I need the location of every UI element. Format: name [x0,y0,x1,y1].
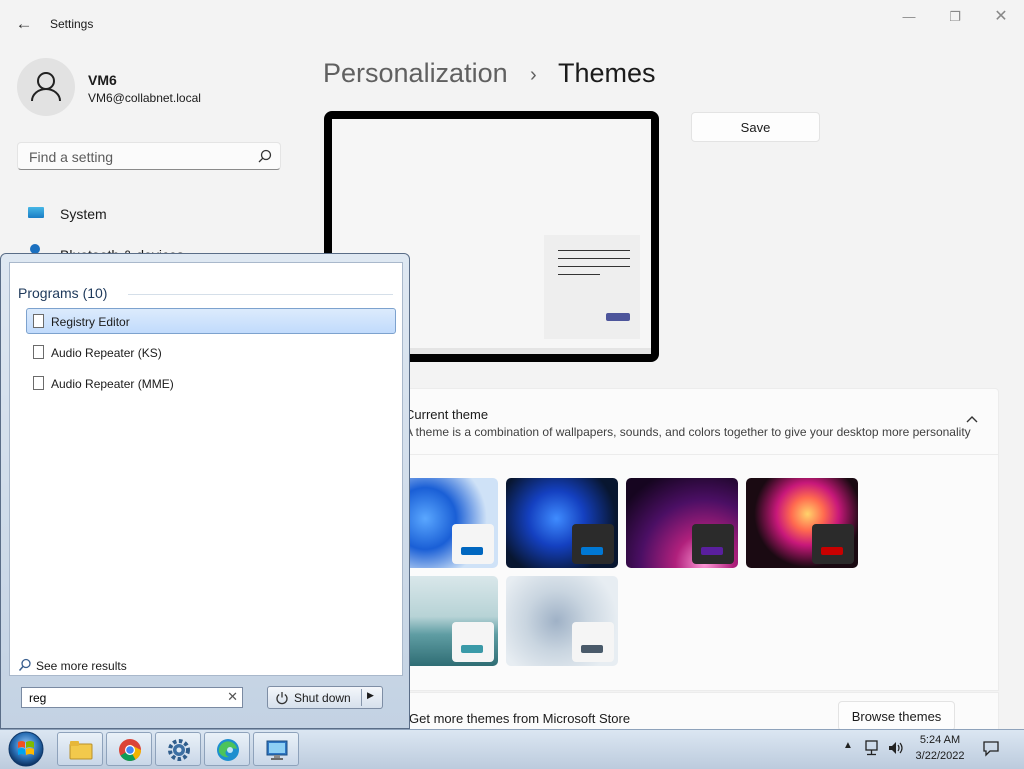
preview-accent-swatch [606,313,630,321]
program-label: Registry Editor [51,315,130,329]
themes-gallery [330,455,999,691]
theme-preview-badge [452,622,494,662]
see-more-label: See more results [36,659,127,673]
card-title: Current theme [405,407,489,422]
theme-preview-badge [572,524,614,564]
taskbar-file-explorer-button[interactable] [57,732,103,766]
power-icon [276,692,288,705]
browse-themes-button[interactable]: Browse themes [838,701,955,731]
back-arrow-icon[interactable]: ← [14,14,34,34]
settings-gear-icon [168,739,190,761]
user-email: VM6@collabnet.local [88,91,201,105]
file-icon [33,376,44,390]
current-theme-card[interactable]: Current theme A theme is a combination o… [330,388,999,455]
sidebar-item-system[interactable]: System [24,197,282,231]
close-icon[interactable]: ✕ [978,6,1024,28]
theme-preview-badge [812,524,854,564]
program-item-audio-repeater-mme[interactable]: Audio Repeater (MME) [26,370,396,396]
shutdown-divider [361,689,362,706]
chrome-icon [119,739,141,761]
file-explorer-icon [69,741,93,760]
avatar[interactable] [17,58,75,116]
app-title: Settings [50,17,94,31]
clock-date: 3/22/2022 [915,750,965,762]
edge-icon [217,739,239,761]
program-label: Audio Repeater (MME) [51,377,174,391]
minimize-icon[interactable]: — [886,6,932,28]
page-title: Themes [558,58,656,88]
theme-tile-captured-motion[interactable] [746,478,858,568]
file-icon [33,345,44,359]
start-menu: Programs (10) Registry Editor Audio Repe… [0,253,410,729]
theme-tile-windows-dark[interactable] [506,478,618,568]
theme-preview-badge [572,622,614,662]
card-description: A theme is a combination of wallpapers, … [405,425,971,439]
start-search-input[interactable] [27,690,221,706]
restore-icon[interactable]: ❐ [932,6,978,28]
shutdown-label: Shut down [294,691,351,705]
theme-preview-badge [452,524,494,564]
programs-group-header: Programs (10) [18,285,108,301]
preview-window [544,235,640,339]
volume-icon[interactable] [887,739,905,757]
monitor-icon [28,207,44,218]
shutdown-options-arrow-icon[interactable]: ▶ [367,690,374,701]
sidebar-item-label: System [60,206,107,222]
taskbar: ▲ 5:24 AM 3/22/2022 [0,729,1024,769]
search-results-panel: Programs (10) Registry Editor Audio Repe… [9,262,403,676]
title-bar: ← Settings — ❐ ✕ [0,0,1024,48]
theme-preview-badge [692,524,734,564]
start-orb-icon[interactable] [6,730,46,768]
breadcrumb-parent[interactable]: Personalization [323,58,508,89]
group-divider [128,294,393,295]
taskbar-edge-button[interactable] [204,732,250,766]
program-item-registry-editor[interactable]: Registry Editor [26,308,396,334]
breadcrumb-separator-icon: › [530,64,537,86]
settings-search-box[interactable] [17,142,281,170]
search-icon[interactable] [258,149,272,163]
store-themes-row: Get more themes from Microsoft Store Bro… [330,692,999,731]
magnifier-icon [18,658,31,671]
clear-search-icon[interactable]: ✕ [227,689,238,705]
user-name: VM6 [88,72,117,88]
taskbar-remote-desktop-button[interactable] [253,732,299,766]
network-icon[interactable] [863,739,881,757]
file-icon [33,314,44,328]
theme-tile-glow[interactable] [626,478,738,568]
theme-tile-flow[interactable] [506,576,618,666]
search-input[interactable] [27,148,251,166]
program-item-audio-repeater-ks[interactable]: Audio Repeater (KS) [26,339,396,365]
store-label: Get more themes from Microsoft Store [409,711,631,726]
chevron-up-icon[interactable] [965,413,979,427]
show-hidden-icons-arrow-icon[interactable]: ▲ [843,740,853,751]
shutdown-button[interactable]: Shut down ▶ [267,686,383,709]
clock[interactable]: 5:24 AM 3/22/2022 [910,732,970,764]
notification-icon[interactable] [982,739,1000,757]
taskbar-chrome-button[interactable] [106,732,152,766]
taskbar-settings-button[interactable] [155,732,201,766]
save-button[interactable]: Save [691,112,820,142]
clock-time: 5:24 AM [919,734,961,746]
remote-desktop-icon [266,740,288,760]
start-search-box[interactable]: ✕ [21,687,243,708]
user-icon [31,72,61,102]
program-label: Audio Repeater (KS) [51,346,162,360]
